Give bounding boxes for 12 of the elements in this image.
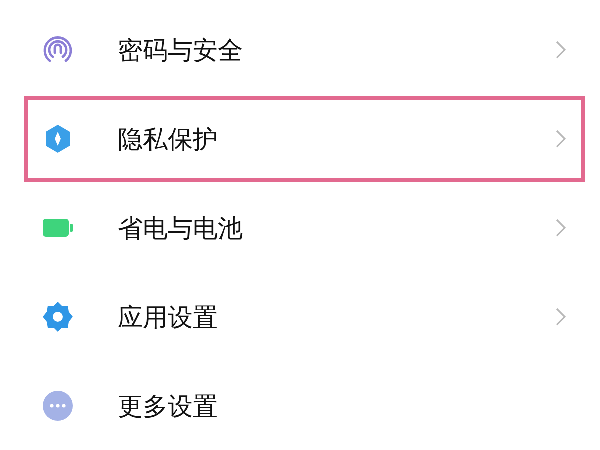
- item-label: 密码与安全: [118, 34, 244, 66]
- settings-item[interactable]: 更多设置: [24, 363, 585, 449]
- settings-item[interactable]: 密码与安全: [24, 7, 585, 93]
- item-label: 省电与电池: [118, 212, 244, 244]
- settings-item[interactable]: 应用设置: [24, 274, 585, 360]
- item-label: 更多设置: [118, 390, 219, 422]
- settings-icon: [42, 301, 74, 333]
- item-label: 应用设置: [118, 302, 219, 334]
- settings-item[interactable]: 省电与电池: [24, 185, 585, 271]
- highlight-frame[interactable]: 隐私保护: [24, 96, 585, 182]
- more-icon: [42, 390, 74, 422]
- item-label: 隐私保护: [118, 124, 219, 156]
